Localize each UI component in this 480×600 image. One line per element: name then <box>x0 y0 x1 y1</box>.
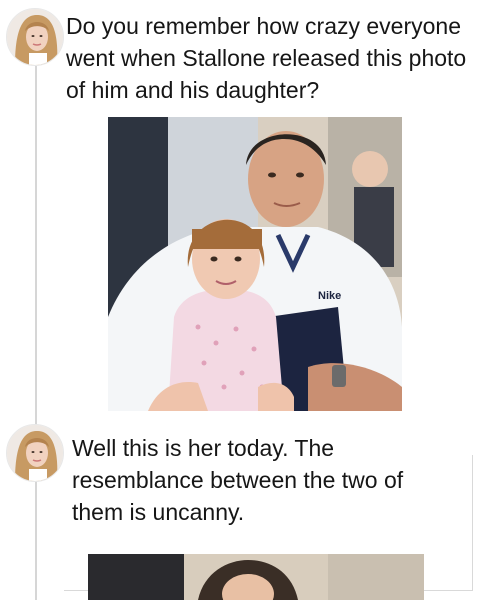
thread-connector-line <box>35 66 37 600</box>
photo-illustration: Nike <box>108 117 402 411</box>
avatar-portrait-icon <box>7 9 63 65</box>
author-avatar[interactable] <box>6 8 64 66</box>
post-text: Do you remember how crazy everyone went … <box>66 13 467 103</box>
post-text: Well this is her today. The resemblance … <box>72 435 404 525</box>
author-avatar[interactable] <box>6 424 64 482</box>
shirt-logo: Nike <box>318 290 341 302</box>
photo-illustration <box>88 554 424 600</box>
post-photo-father-daughter[interactable]: Nike <box>108 117 402 411</box>
avatar-portrait-icon <box>7 425 63 481</box>
reply-frame-edge <box>472 455 473 590</box>
post-photo-daughter-today[interactable] <box>88 554 424 600</box>
